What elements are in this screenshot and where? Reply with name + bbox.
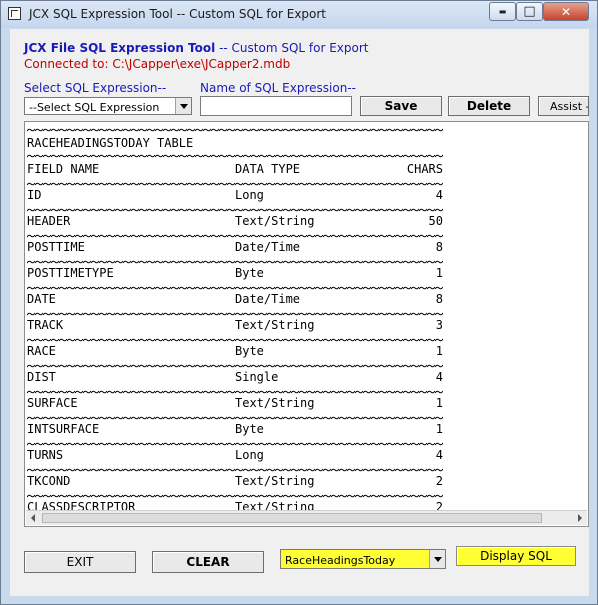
cell-chars: 4 xyxy=(435,370,443,384)
select-expression-value: --Select SQL Expression xyxy=(29,101,160,114)
cell-field-name: POSTTIME xyxy=(27,240,85,254)
chevron-down-icon[interactable] xyxy=(175,98,191,114)
output-panel[interactable]: RACEHEADINGSTODAY TABLE FIELD NAME DATA T… xyxy=(24,121,589,527)
table-select-value: RaceHeadingsToday xyxy=(285,554,396,567)
minimize-button[interactable]: ▬ xyxy=(489,2,516,21)
cell-chars: 2 xyxy=(435,474,443,488)
cell-field-name: TKCOND xyxy=(27,474,71,488)
row-divider xyxy=(27,390,443,394)
cell-data-type: Single xyxy=(235,370,279,384)
row-divider xyxy=(27,182,443,186)
page-title: JCX File SQL Expression Tool -- Custom S… xyxy=(24,41,368,55)
row-divider xyxy=(27,468,443,472)
cell-data-type: Byte xyxy=(235,422,264,436)
display-sql-button[interactable]: Display SQL xyxy=(456,546,576,566)
column-header-field-name: FIELD NAME xyxy=(27,162,100,176)
select-expression-dropdown[interactable]: --Select SQL Expression xyxy=(24,97,192,115)
row-divider xyxy=(27,442,443,446)
cell-chars: 4 xyxy=(435,448,443,462)
cell-chars: 1 xyxy=(435,266,443,280)
cell-data-type: Long xyxy=(235,188,264,202)
scroll-right-icon[interactable] xyxy=(573,511,587,525)
table-title: RACEHEADINGSTODAY TABLE xyxy=(27,136,194,150)
row-divider xyxy=(27,260,443,264)
cell-field-name: DATE xyxy=(27,292,56,306)
scroll-left-icon[interactable] xyxy=(26,511,40,525)
cell-data-type: Text/String xyxy=(235,318,315,332)
table-select-dropdown[interactable]: RaceHeadingsToday xyxy=(280,549,446,569)
close-icon: ✕ xyxy=(560,4,572,19)
maximize-button[interactable]: □ xyxy=(516,2,543,21)
cell-data-type: Date/Time xyxy=(235,292,301,306)
cell-field-name: POSTTIMETYPE xyxy=(27,266,114,280)
minimize-icon: ▬ xyxy=(498,7,507,16)
cell-data-type: Byte xyxy=(235,266,264,280)
save-button[interactable]: Save xyxy=(360,96,442,116)
app-icon xyxy=(8,7,21,20)
row-divider xyxy=(27,208,443,212)
row-divider xyxy=(27,234,443,238)
cell-chars: 4 xyxy=(435,188,443,202)
cell-field-name: HEADER xyxy=(27,214,71,228)
column-header-data-type: DATA TYPE xyxy=(235,162,301,176)
tool-name: JCX File SQL Expression Tool xyxy=(24,41,216,55)
cell-chars: 1 xyxy=(435,422,443,436)
row-divider xyxy=(27,286,443,290)
cell-data-type: Text/String xyxy=(235,474,315,488)
select-expression-label: Select SQL Expression-- xyxy=(24,81,167,95)
cell-field-name: TRACK xyxy=(27,318,64,332)
row-divider xyxy=(27,364,443,368)
clear-button[interactable]: CLEAR xyxy=(152,551,264,573)
expression-name-input[interactable] xyxy=(200,96,352,116)
window-title: JCX SQL Expression Tool -- Custom SQL fo… xyxy=(29,7,327,21)
assist-button[interactable]: Assist - A xyxy=(538,96,589,116)
wavy-divider-title xyxy=(27,154,443,158)
chevron-down-icon[interactable] xyxy=(429,550,445,568)
cell-chars: 3 xyxy=(435,318,443,332)
scroll-thumb[interactable] xyxy=(42,513,542,523)
cell-field-name: DIST xyxy=(27,370,56,384)
cell-data-type: Byte xyxy=(235,344,264,358)
delete-button[interactable]: Delete xyxy=(448,96,530,116)
cell-data-type: Date/Time xyxy=(235,240,301,254)
close-button[interactable]: ✕ xyxy=(543,2,589,21)
cell-data-type: Text/String xyxy=(235,214,315,228)
cell-chars: 50 xyxy=(428,214,443,228)
cell-field-name: ID xyxy=(27,188,42,202)
maximize-icon: □ xyxy=(523,4,536,19)
cell-chars: 8 xyxy=(435,292,443,306)
cell-data-type: Long xyxy=(235,448,264,462)
client-area: JCX File SQL Expression Tool -- Custom S… xyxy=(10,29,589,596)
wavy-divider-top xyxy=(27,128,443,132)
expression-name-label: Name of SQL Expression-- xyxy=(200,81,356,95)
connection-status: Connected to: C:\JCapper\exe\JCapper2.md… xyxy=(24,57,291,71)
cell-field-name: TURNS xyxy=(27,448,64,462)
sql-tool-window: JCX SQL Expression Tool -- Custom SQL fo… xyxy=(0,0,598,605)
row-divider xyxy=(27,494,443,498)
cell-data-type: Text/String xyxy=(235,396,315,410)
cell-field-name: RACE xyxy=(27,344,56,358)
cell-chars: 8 xyxy=(435,240,443,254)
column-header-chars: CHARS xyxy=(406,162,443,176)
row-divider xyxy=(27,416,443,420)
cell-field-name: SURFACE xyxy=(27,396,78,410)
exit-button[interactable]: EXIT xyxy=(24,551,136,573)
title-bar[interactable]: JCX SQL Expression Tool -- Custom SQL fo… xyxy=(1,1,597,28)
row-divider xyxy=(27,312,443,316)
tool-subtitle: -- Custom SQL for Export xyxy=(215,41,369,55)
horizontal-scrollbar[interactable] xyxy=(26,510,587,525)
row-divider xyxy=(27,338,443,342)
cell-field-name: INTSURFACE xyxy=(27,422,100,436)
cell-chars: 1 xyxy=(435,396,443,410)
cell-chars: 1 xyxy=(435,344,443,358)
